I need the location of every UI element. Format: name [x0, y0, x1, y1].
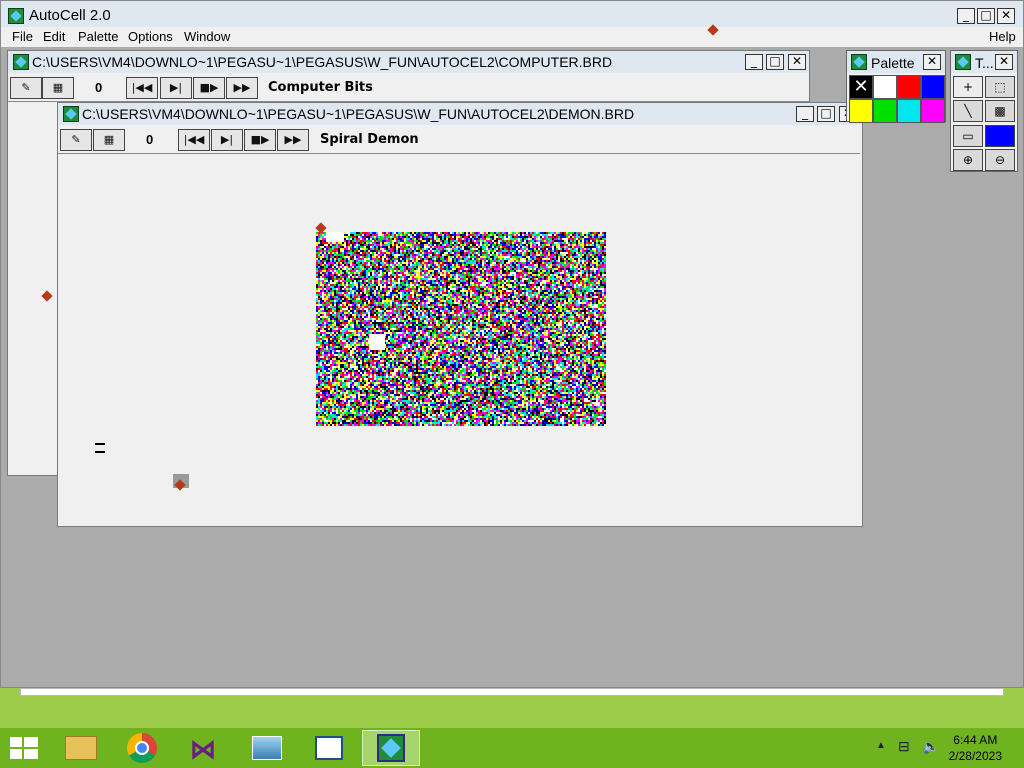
edit-rule-icon[interactable]: ✎ — [10, 77, 42, 99]
palette-window: Palette ✕ ✕ — [846, 50, 946, 123]
tools-window: T... ✕ + ⬚ ╲ ▩ ▭ ⊕ ⊖ — [950, 50, 1018, 172]
app-title: AutoCell 2.0 — [29, 7, 111, 24]
color-map-icon[interactable]: ▦ — [42, 77, 74, 99]
minimize-button[interactable]: _ — [957, 8, 975, 24]
color-map-icon[interactable]: ▦ — [93, 129, 125, 151]
palette-title: Palette — [871, 55, 915, 71]
menu-options[interactable]: Options — [128, 29, 173, 44]
palette-swatch[interactable] — [873, 75, 897, 99]
menu-window[interactable]: Window — [184, 29, 230, 44]
close-button[interactable]: ✕ — [995, 54, 1013, 70]
board-name: Spiral Demon — [320, 132, 419, 147]
rectangle-tool-icon[interactable]: ▭ — [953, 125, 983, 147]
minimize-button[interactable]: _ — [796, 106, 814, 122]
close-button[interactable]: ✕ — [923, 54, 941, 70]
cell-board-canvas[interactable] — [316, 232, 606, 426]
network-icon[interactable]: ⊟ — [898, 738, 910, 755]
clock-date: 2/28/2023 — [948, 749, 1002, 763]
menu-help[interactable]: Help — [989, 29, 1016, 44]
photos-icon[interactable] — [242, 730, 290, 766]
menu-edit[interactable]: Edit — [43, 29, 65, 44]
fast-forward-icon[interactable]: ▶▶ — [277, 129, 309, 151]
board-icon — [63, 106, 79, 122]
generation-counter: 0 — [95, 80, 103, 95]
palette-swatch[interactable] — [873, 99, 897, 123]
clock-time: 6:44 AM — [953, 733, 998, 747]
document-app-icon[interactable] — [303, 730, 351, 766]
palette-swatch[interactable]: ✕ — [849, 75, 873, 99]
close-button[interactable]: ✕ — [788, 54, 806, 70]
zoom-in-icon[interactable]: ⊕ — [953, 149, 983, 171]
palette-swatch[interactable] — [921, 75, 945, 99]
maximize-button[interactable]: □ — [977, 8, 995, 24]
chrome-icon[interactable] — [119, 730, 167, 766]
menu-palette[interactable]: Palette — [78, 29, 118, 44]
minimize-button[interactable]: _ — [745, 54, 763, 70]
spray-tool-icon[interactable]: ▩ — [985, 100, 1015, 122]
rewind-icon[interactable]: |◀◀ — [178, 129, 210, 151]
generation-counter: 0 — [146, 132, 154, 147]
palette-icon — [851, 54, 867, 70]
palette-swatch[interactable] — [897, 75, 921, 99]
hidden-window-edge — [20, 688, 1004, 696]
maximize-button[interactable]: □ — [817, 106, 835, 122]
system-clock[interactable]: 6:44 AM 2/28/2023 — [949, 733, 1002, 763]
visual-studio-icon[interactable]: ⋈ — [180, 730, 228, 766]
demon-title-bar[interactable]: C:\USERS\VM4\DOWNLO~1\PEGASU~1\PEGASUS\W… — [58, 103, 862, 125]
mdi-background — [7, 476, 57, 686]
autocell-taskbar-button[interactable] — [362, 730, 420, 766]
palette-swatch[interactable] — [921, 99, 945, 123]
file-explorer-icon[interactable] — [57, 730, 105, 766]
menu-file[interactable]: File — [12, 29, 33, 44]
tools-icon — [955, 54, 971, 70]
zoom-out-icon[interactable]: ⊖ — [985, 149, 1015, 171]
cell-cursor — [369, 334, 385, 350]
tools-title-bar[interactable]: T... ✕ — [951, 51, 1017, 73]
palette-swatch[interactable] — [849, 99, 873, 123]
fast-forward-icon[interactable]: ▶▶ — [226, 77, 258, 99]
tools-title: T... — [975, 55, 994, 71]
filled-rect-tool-icon[interactable] — [985, 125, 1015, 147]
rewind-icon[interactable]: |◀◀ — [126, 77, 158, 99]
computer-title-bar[interactable]: C:\USERS\VM4\DOWNLO~1\PEGASU~1\PEGASUS\W… — [8, 51, 809, 73]
maximize-button[interactable]: □ — [766, 54, 784, 70]
palette-title-bar[interactable]: Palette ✕ — [847, 51, 945, 73]
close-button[interactable]: ✕ — [997, 8, 1015, 24]
demon-toolbar: ✎ ▦ 0 |◀◀ ▶| ■▶ ▶▶ Spiral Demon — [58, 127, 860, 154]
desktop-background — [0, 688, 1024, 728]
volume-icon[interactable]: 🔈 — [922, 738, 939, 755]
palette-swatches: ✕ — [847, 75, 945, 123]
select-tool-icon[interactable]: ⬚ — [985, 76, 1015, 98]
run-icon[interactable]: ■▶ — [244, 129, 276, 151]
start-button[interactable] — [10, 737, 38, 759]
line-tool-icon[interactable]: ╲ — [953, 100, 983, 122]
show-hidden-icons[interactable]: ▲ — [876, 740, 886, 751]
edit-rule-icon[interactable]: ✎ — [60, 129, 92, 151]
computer-toolbar: ✎ ▦ 0 |◀◀ ▶| ■▶ ▶▶ Computer Bits — [8, 75, 809, 102]
app-icon[interactable] — [8, 8, 24, 24]
pencil-tool-icon[interactable]: + — [953, 76, 983, 98]
menu-bar: File Edit Palette Options Window Help — [1, 27, 1023, 47]
cell-bug-icon — [95, 443, 105, 453]
board-icon — [13, 54, 29, 70]
demon-title: C:\USERS\VM4\DOWNLO~1\PEGASU~1\PEGASUS\W… — [82, 106, 635, 122]
step-icon[interactable]: ▶| — [211, 129, 243, 151]
step-icon[interactable]: ▶| — [160, 77, 192, 99]
board-name: Computer Bits — [268, 80, 373, 95]
palette-swatch[interactable] — [897, 99, 921, 123]
run-icon[interactable]: ■▶ — [193, 77, 225, 99]
computer-title: C:\USERS\VM4\DOWNLO~1\PEGASU~1\PEGASUS\W… — [32, 54, 613, 70]
cell-gap — [326, 232, 344, 242]
